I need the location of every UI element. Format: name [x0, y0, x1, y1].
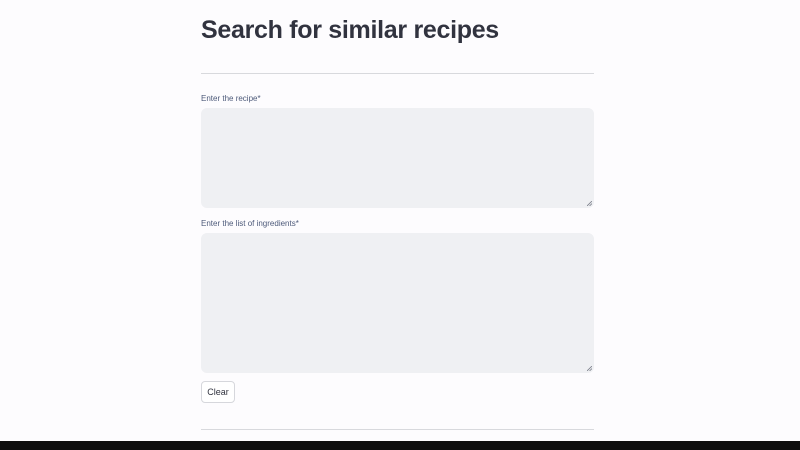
required-mark: * [295, 219, 299, 228]
divider [201, 429, 594, 430]
clear-button[interactable]: Clear [201, 381, 235, 403]
recipe-field-label: Enter the recipe* [201, 94, 261, 103]
page-title: Search for similar recipes [201, 16, 499, 44]
divider [201, 73, 594, 74]
recipe-label-text: Enter the recipe [201, 94, 258, 103]
ingredients-field-label: Enter the list of ingredients* [201, 219, 299, 228]
ingredients-label-text: Enter the list of ingredients [201, 219, 296, 228]
required-mark: * [257, 94, 261, 103]
recipe-textarea[interactable] [201, 108, 594, 208]
bottom-bar [0, 441, 800, 450]
ingredients-textarea[interactable] [201, 233, 594, 373]
